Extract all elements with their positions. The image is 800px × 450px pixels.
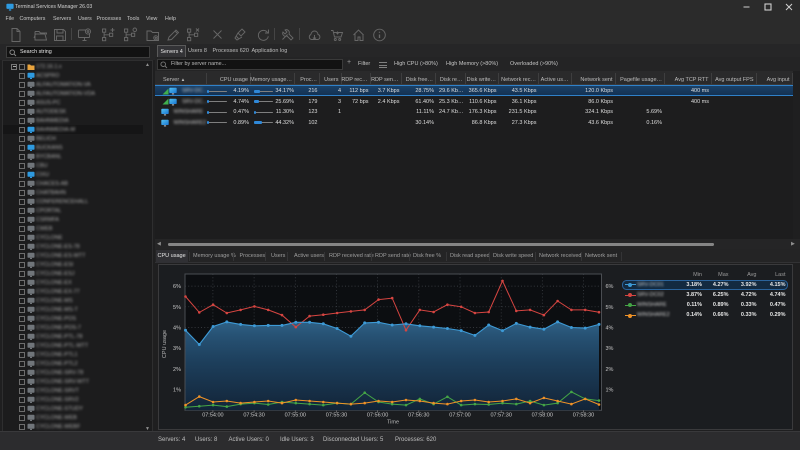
svg-text:3%: 3% bbox=[606, 346, 614, 352]
svg-text:6%: 6% bbox=[606, 284, 614, 290]
svg-text:07:56:30: 07:56:30 bbox=[408, 413, 429, 419]
svg-text:2%: 2% bbox=[173, 367, 181, 373]
svg-text:CPU usage: CPU usage bbox=[162, 330, 168, 358]
svg-text:1%: 1% bbox=[173, 388, 181, 394]
svg-text:07:58:00: 07:58:00 bbox=[532, 413, 553, 419]
svg-text:1%: 1% bbox=[606, 388, 614, 394]
svg-text:07:57:30: 07:57:30 bbox=[490, 413, 511, 419]
svg-text:07:55:00: 07:55:00 bbox=[285, 413, 306, 419]
svg-text:07:58:30: 07:58:30 bbox=[573, 413, 594, 419]
svg-text:3%: 3% bbox=[173, 346, 181, 352]
svg-text:6%: 6% bbox=[173, 284, 181, 290]
svg-text:2%: 2% bbox=[606, 367, 614, 373]
svg-text:4%: 4% bbox=[606, 326, 614, 332]
svg-text:07:54:00: 07:54:00 bbox=[202, 413, 223, 419]
svg-text:07:54:30: 07:54:30 bbox=[243, 413, 264, 419]
svg-text:07:55:30: 07:55:30 bbox=[326, 413, 347, 419]
svg-text:07:57:00: 07:57:00 bbox=[449, 413, 470, 419]
svg-text:4%: 4% bbox=[173, 326, 181, 332]
svg-text:Time: Time bbox=[387, 420, 399, 426]
svg-text:5%: 5% bbox=[173, 305, 181, 311]
svg-text:07:56:00: 07:56:00 bbox=[367, 413, 388, 419]
svg-text:5%: 5% bbox=[606, 305, 614, 311]
